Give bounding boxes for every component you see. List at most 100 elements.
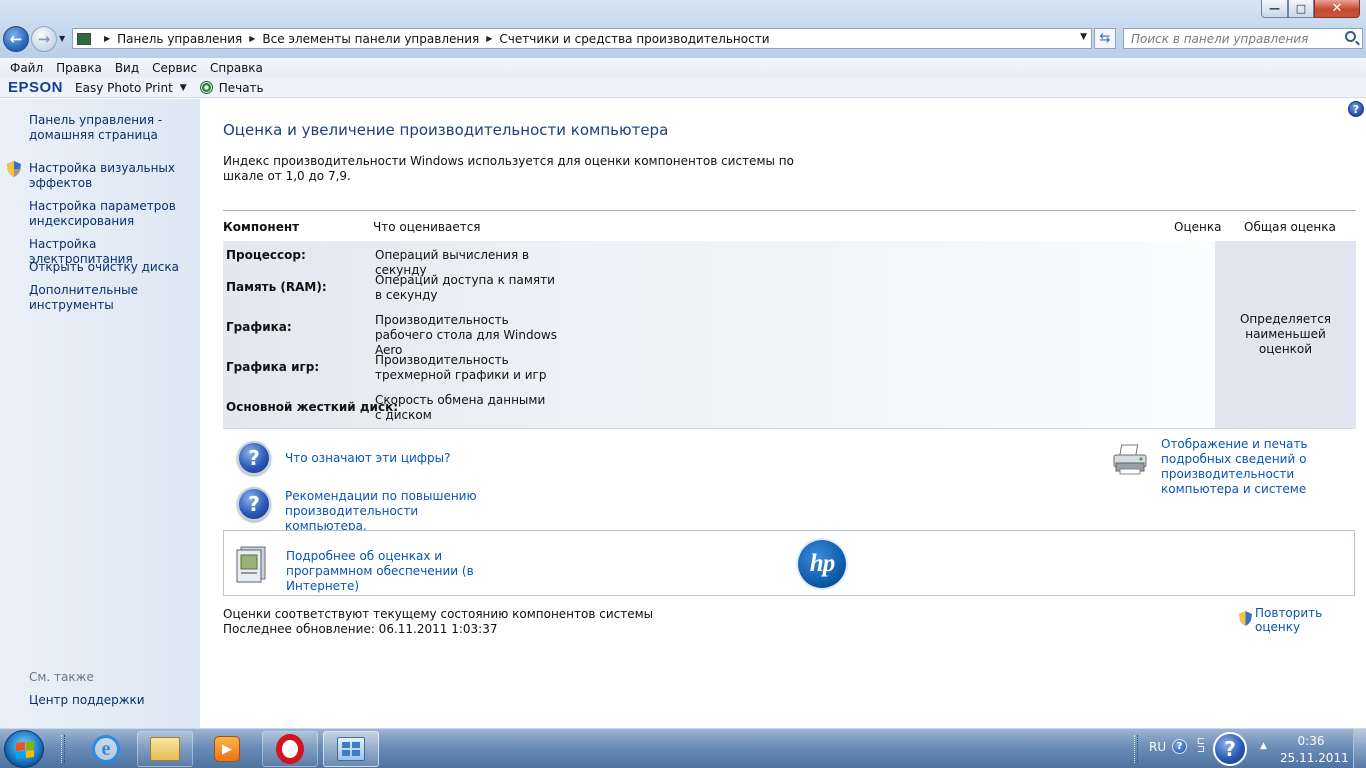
status-text: Оценки соответствуют текущему состоянию … [223, 607, 654, 621]
row-name-graphics: Графика: [226, 320, 292, 334]
search-input[interactable] [1131, 31, 1331, 46]
link-performance-tips[interactable]: Рекомендации по повышению производительн… [285, 489, 485, 534]
print-icon[interactable] [199, 81, 213, 94]
breadcrumb-chevron-icon[interactable]: ▶ [249, 34, 255, 43]
clock-time[interactable]: 0:36 [1280, 734, 1342, 748]
breadcrumb-all-items[interactable]: Все элементы панели управления [262, 32, 479, 46]
row-name-ram: Память (RAM): [226, 280, 327, 294]
link-more-online[interactable]: Подробнее об оценках и программном обесп… [286, 549, 526, 594]
see-also-heading: См. также [29, 670, 94, 684]
link-what-numbers-mean[interactable]: Что означают эти цифры? [285, 451, 451, 466]
control-panel-icon [337, 737, 365, 761]
tray-gripper[interactable] [1134, 735, 1138, 763]
folder-icon [150, 737, 180, 761]
question-icon: ? [237, 487, 271, 521]
taskbar-internet-explorer[interactable]: e [78, 731, 134, 767]
row-name-disk: Основной жесткий диск: [226, 400, 399, 414]
taskbar-media-player[interactable]: ▶ [199, 731, 255, 767]
start-button[interactable] [4, 730, 44, 768]
clock-date[interactable]: 25.11.2011 [1280, 751, 1349, 765]
page-title: Оценка и увеличение производительности к… [223, 121, 669, 139]
taskbar-gripper[interactable] [61, 735, 65, 763]
row-desc-disk: Скорость обмена данными с диском [375, 393, 546, 422]
breadcrumb-chevron-icon[interactable]: ▶ [104, 34, 110, 43]
show-hidden-icons-icon[interactable]: ▲ [1260, 741, 1267, 751]
chevron-down-icon[interactable]: ▼ [180, 83, 187, 93]
hp-logo: hp [798, 540, 846, 588]
menu-file[interactable]: Файл [10, 61, 43, 75]
recent-pages-dropdown[interactable]: ▼ [59, 34, 65, 43]
maximize-button[interactable]: □ [1288, 0, 1314, 18]
intro-text: Индекс производительности Windows исполь… [223, 154, 794, 183]
header-overall: Общая оценка [1244, 220, 1336, 234]
search-icon[interactable] [1345, 31, 1356, 42]
refresh-icon: ⇆ [1099, 31, 1111, 46]
sidebar-link-disk-cleanup[interactable]: Открыть очистку диска [29, 260, 194, 275]
shield-icon [7, 161, 21, 177]
media-player-icon: ▶ [214, 736, 240, 762]
control-panel-icon [77, 32, 91, 45]
search-box[interactable] [1123, 28, 1363, 49]
minimize-button[interactable]: — [1261, 0, 1288, 18]
header-component: Компонент [223, 220, 300, 234]
row-desc-graphics: Производительность рабочего стола для Wi… [375, 313, 557, 357]
menu-bar: Файл Правка Вид Сервис Справка [0, 58, 1366, 78]
overall-score-note: Определяется наименьшей оценкой [1239, 312, 1332, 356]
address-bar[interactable]: ▶ Панель управления ▶ Все элементы панел… [72, 28, 1092, 49]
address-dropdown-icon[interactable]: ▼ [1080, 32, 1087, 42]
breadcrumb-chevron-icon[interactable]: ▶ [486, 34, 492, 43]
printer-icon [1113, 444, 1147, 475]
help-icon[interactable]: ? [1348, 101, 1364, 117]
back-arrow-icon: ← [9, 30, 23, 48]
menu-help[interactable]: Справка [210, 61, 263, 75]
rerun-assessment-link[interactable]: Повторить оценку [1255, 606, 1366, 634]
taskbar-control-panel[interactable] [323, 731, 379, 767]
last-update-text: Последнее обновление: 06.11.2011 1:03:37 [223, 622, 498, 636]
score-table: Компонент Что оценивается Оценка Общая о… [223, 210, 1356, 429]
row-name-cpu: Процессор: [226, 248, 306, 262]
overall-score-cell: Определяется наименьшей оценкой [1215, 241, 1356, 428]
sidebar-link-advanced-tools[interactable]: Дополнительные инструменты [29, 283, 194, 313]
internet-explorer-icon: e [92, 735, 120, 763]
minimize-icon: — [1269, 2, 1280, 15]
taskbar: e ▶ RU ? ⊏ ⊐ ? ▲ 0:36 25.11.2011 [0, 728, 1366, 768]
menu-tools[interactable]: Сервис [152, 61, 197, 75]
explorer-header: — □ ✕ ← → ▼ ▶ Панель управления ▶ Все эл… [0, 0, 1366, 58]
forward-arrow-icon: → [37, 30, 51, 48]
table-divider [223, 210, 1356, 211]
forward-button[interactable]: → [31, 26, 57, 52]
help-icon[interactable]: ? [1172, 739, 1187, 754]
close-button[interactable]: ✕ [1314, 0, 1360, 18]
rerun-assessment[interactable]: Повторить оценку [1239, 606, 1366, 634]
shield-icon [1239, 611, 1252, 629]
sidebar-link-visual-effects[interactable]: Настройка визуальных эффектов [29, 161, 194, 191]
network-icon[interactable]: ⊏ ⊐ [1194, 737, 1208, 755]
header-what: Что оценивается [373, 220, 481, 234]
epson-logo: EPSON [8, 79, 64, 96]
software-box-icon [236, 546, 266, 583]
epson-toolbar: EPSON Easy Photo Print ▼ Печать [0, 78, 1366, 98]
menu-view[interactable]: Вид [115, 61, 139, 75]
question-icon: ? [237, 441, 271, 475]
back-button[interactable]: ← [3, 26, 29, 52]
show-desktop-button[interactable] [1353, 729, 1366, 768]
row-desc-ram: Операций доступа к памяти в секунду [375, 273, 555, 302]
breadcrumb-control-panel[interactable]: Панель управления [117, 32, 242, 46]
task-pane: Панель управления - домашняя страница На… [0, 99, 200, 728]
language-indicator[interactable]: RU [1149, 740, 1166, 754]
breadcrumb-performance[interactable]: Счетчики и средства производительности [499, 32, 769, 46]
easy-photo-print-button[interactable]: Easy Photo Print [75, 81, 173, 95]
link-print-details[interactable]: Отображение и печать подробных сведений … [1161, 437, 1356, 497]
sidebar-link-indexing[interactable]: Настройка параметров индексирования [29, 199, 194, 229]
taskbar-explorer[interactable] [137, 731, 193, 767]
header-score: Оценка [1174, 220, 1222, 234]
taskbar-opera[interactable] [262, 731, 318, 767]
menu-edit[interactable]: Правка [56, 61, 102, 75]
sidebar-link-action-center[interactable]: Центр поддержки [29, 693, 145, 707]
close-icon: ✕ [1331, 1, 1343, 16]
refresh-button[interactable]: ⇆ [1094, 28, 1116, 49]
row-desc-gaming: Производительность трехмерной графики и … [375, 353, 547, 382]
print-button[interactable]: Печать [219, 81, 264, 95]
help-icon[interactable]: ? [1213, 732, 1247, 766]
sidebar-link-home[interactable]: Панель управления - домашняя страница [29, 113, 194, 143]
